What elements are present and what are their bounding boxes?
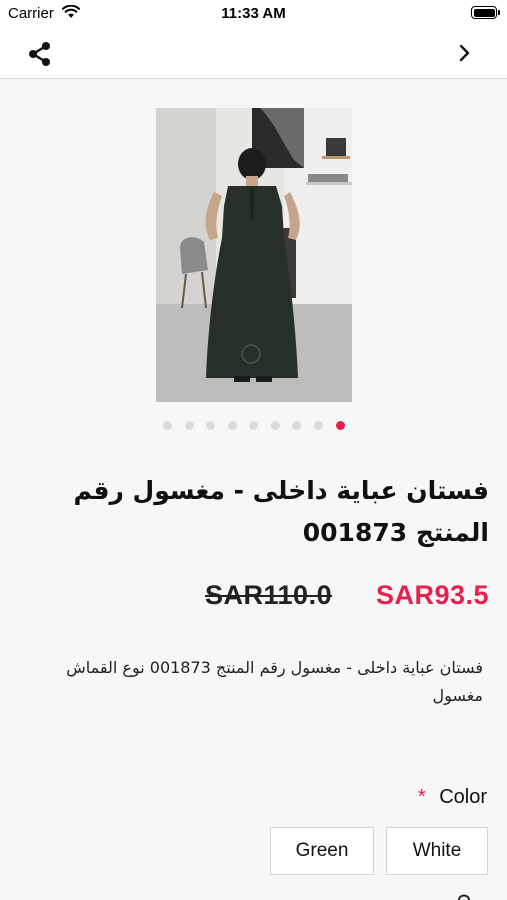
color-option-green[interactable]: Green — [270, 827, 374, 875]
sale-price: SAR93.5 — [375, 580, 489, 610]
product-image[interactable] — [156, 108, 352, 402]
pager-dot[interactable] — [270, 421, 280, 430]
status-bar: Carrier 11:33 AM — [0, 0, 507, 28]
battery-icon — [471, 6, 500, 19]
pager-dot[interactable] — [206, 421, 215, 430]
chevron-right-icon[interactable] — [455, 42, 475, 64]
share-icon[interactable] — [26, 40, 54, 68]
pager-dot[interactable] — [292, 421, 301, 430]
cut-off-fragment — [458, 894, 470, 900]
clock: 11:33 AM — [221, 5, 286, 22]
pager-dot-active[interactable] — [336, 421, 345, 430]
pager-dot[interactable] — [249, 421, 258, 430]
nav-bar — [0, 28, 507, 79]
pager-dot[interactable] — [163, 421, 172, 430]
pager-dot[interactable] — [313, 421, 323, 430]
product-photo — [156, 108, 352, 402]
required-mark: * — [417, 786, 426, 808]
product-title: فستان عباية داخلى - مغسول رقم المنتج 001… — [73, 476, 489, 547]
original-price: SAR110.0 — [205, 580, 333, 610]
option-label-text: Color — [439, 786, 487, 808]
pager-dot[interactable] — [227, 421, 237, 430]
color-option-label: * Color — [418, 786, 487, 809]
pager-dot[interactable] — [184, 421, 194, 430]
product-description: فستان عباية داخلى - مغسول رقم المنتج 001… — [66, 658, 483, 705]
color-option-white[interactable]: White — [386, 827, 488, 875]
